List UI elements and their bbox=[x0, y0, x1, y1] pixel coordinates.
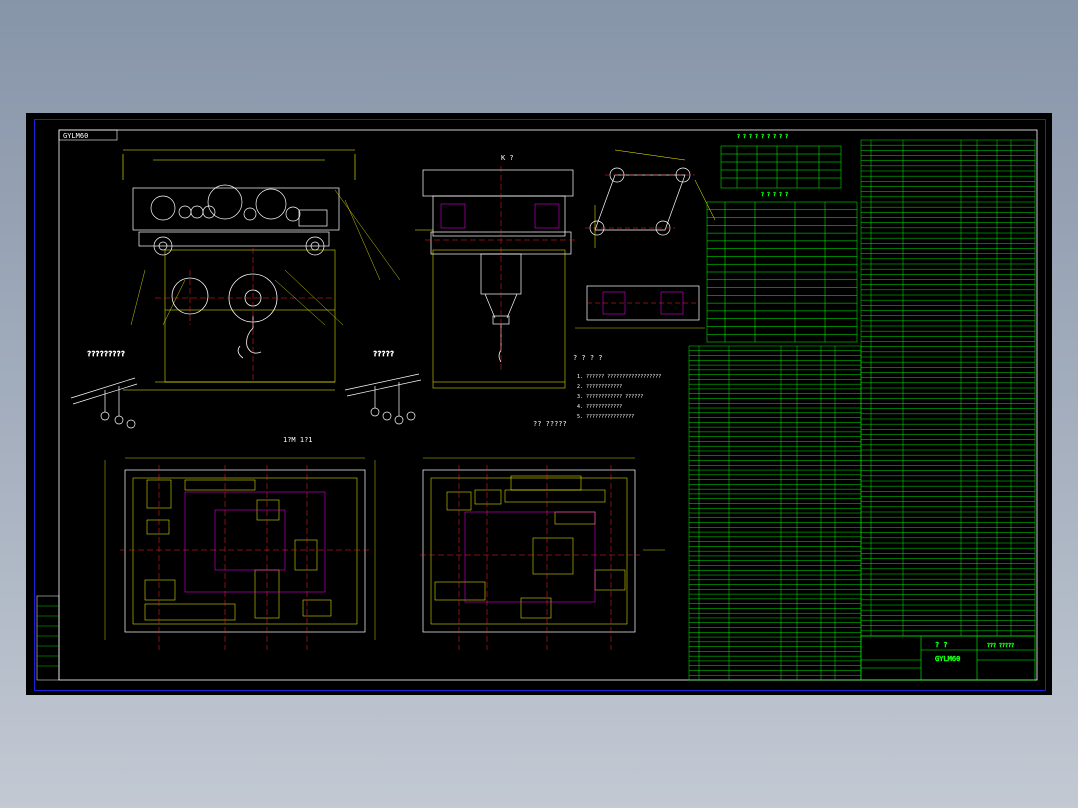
svg-text:3. ???????????? ??????: 3. ???????????? ?????? bbox=[577, 394, 643, 400]
front-elevation-view[interactable] bbox=[122, 149, 401, 391]
svg-text:?????????: ????????? bbox=[87, 350, 125, 358]
title-block-name: ? ? bbox=[935, 641, 948, 649]
bom-table-left[interactable] bbox=[688, 345, 862, 681]
cad-viewport[interactable]: GYLM60 K ? ????????? ????? ? ? ? ? 1. ??… bbox=[26, 113, 1052, 695]
title-block-drawing-no: ??? ????? bbox=[987, 643, 1014, 649]
svg-text:4. ????????????: 4. ???????????? bbox=[577, 404, 622, 410]
hook-block-frame bbox=[164, 249, 336, 383]
rope-detail-left: ????????? bbox=[70, 350, 138, 429]
side-view-label: K ? bbox=[501, 154, 514, 162]
detail-b-view[interactable] bbox=[585, 149, 716, 248]
svg-text:5. ????????????????: 5. ???????????????? bbox=[577, 414, 634, 420]
svg-text:1?M 1?1: 1?M 1?1 bbox=[283, 436, 313, 444]
rope-drum bbox=[171, 273, 278, 359]
svg-text:?????: ????? bbox=[373, 350, 394, 358]
parameters-table[interactable]: ? ? ? ? ? ? ? ? ? bbox=[720, 134, 842, 189]
bom-table-right[interactable] bbox=[860, 139, 1036, 637]
svg-text:?? ?????: ?? ????? bbox=[533, 420, 567, 428]
title-block[interactable]: ? ? GYLM60 ??? ????? bbox=[860, 635, 1036, 681]
plan-view-right[interactable]: ?? ????? bbox=[420, 420, 665, 650]
performance-table[interactable]: ? ? ? ? ? bbox=[706, 192, 858, 343]
svg-text:1. ?????? ??????????????????: 1. ?????? ?????????????????? bbox=[577, 374, 661, 380]
plan-view-left[interactable]: 1?M 1?1 bbox=[104, 436, 376, 650]
section-strip-view[interactable] bbox=[575, 285, 705, 329]
left-margin-lines bbox=[37, 605, 59, 667]
svg-text:? ? ? ? ? ? ? ? ?: ? ? ? ? ? ? ? ? ? bbox=[737, 134, 788, 140]
left-margin-strip bbox=[36, 595, 60, 681]
svg-text:2. ????????????: 2. ???????????? bbox=[577, 384, 622, 390]
corner-tag: GYLM60 bbox=[63, 132, 88, 140]
technical-notes: ? ? ? ? 1. ?????? ?????????????????? 2. … bbox=[573, 354, 661, 420]
rope-detail-right: ????? bbox=[344, 350, 422, 425]
leader-lines bbox=[130, 189, 401, 326]
svg-text:? ? ? ?: ? ? ? ? bbox=[573, 354, 603, 362]
title-block-code: GYLM60 bbox=[935, 655, 960, 663]
side-elevation-view[interactable]: K ? bbox=[415, 154, 575, 389]
cad-drawing-canvas[interactable]: GYLM60 K ? ????????? ????? ? ? ? ? 1. ??… bbox=[35, 120, 1045, 690]
svg-text:? ? ? ? ?: ? ? ? ? ? bbox=[761, 192, 788, 198]
center-lines bbox=[155, 248, 335, 380]
drawing-sheet: GYLM60 K ? ????????? ????? ? ? ? ? 1. ??… bbox=[34, 119, 1046, 691]
